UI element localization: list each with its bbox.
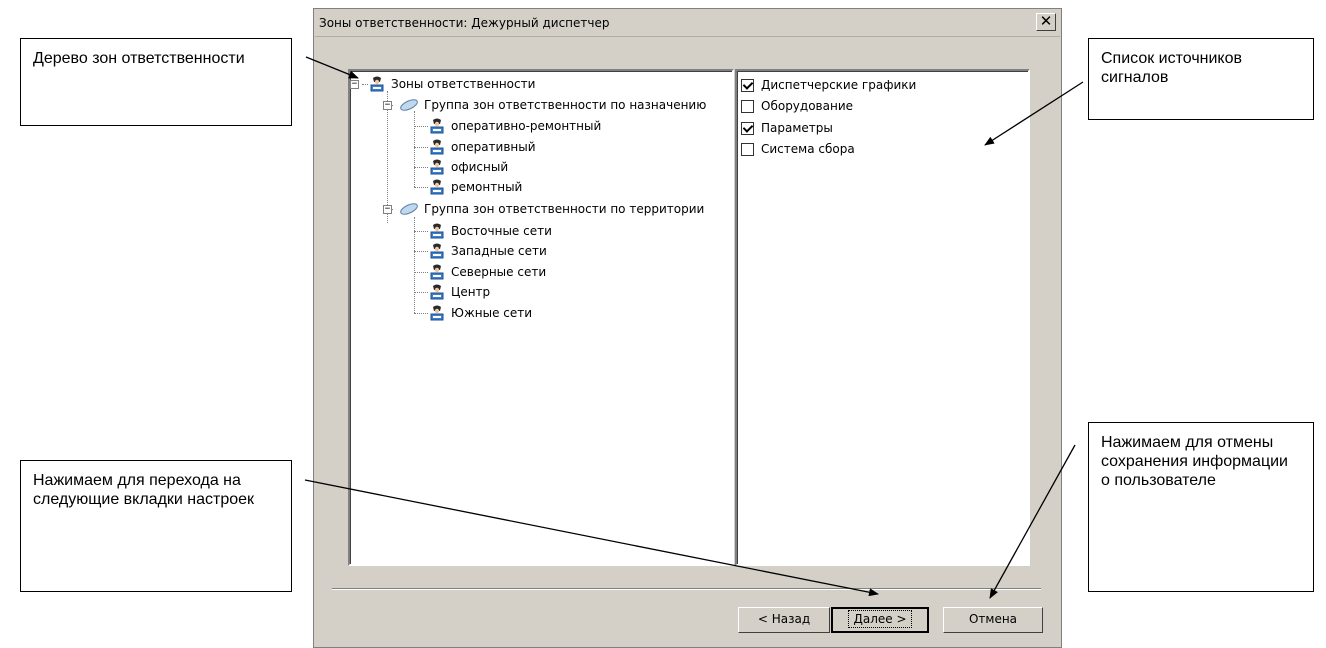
annotation-arrows [304,56,1084,599]
arrow-tree [305,56,359,79]
arrow-sources [984,81,1084,146]
arrow-cancel [989,444,1076,599]
arrow-next [304,479,879,597]
